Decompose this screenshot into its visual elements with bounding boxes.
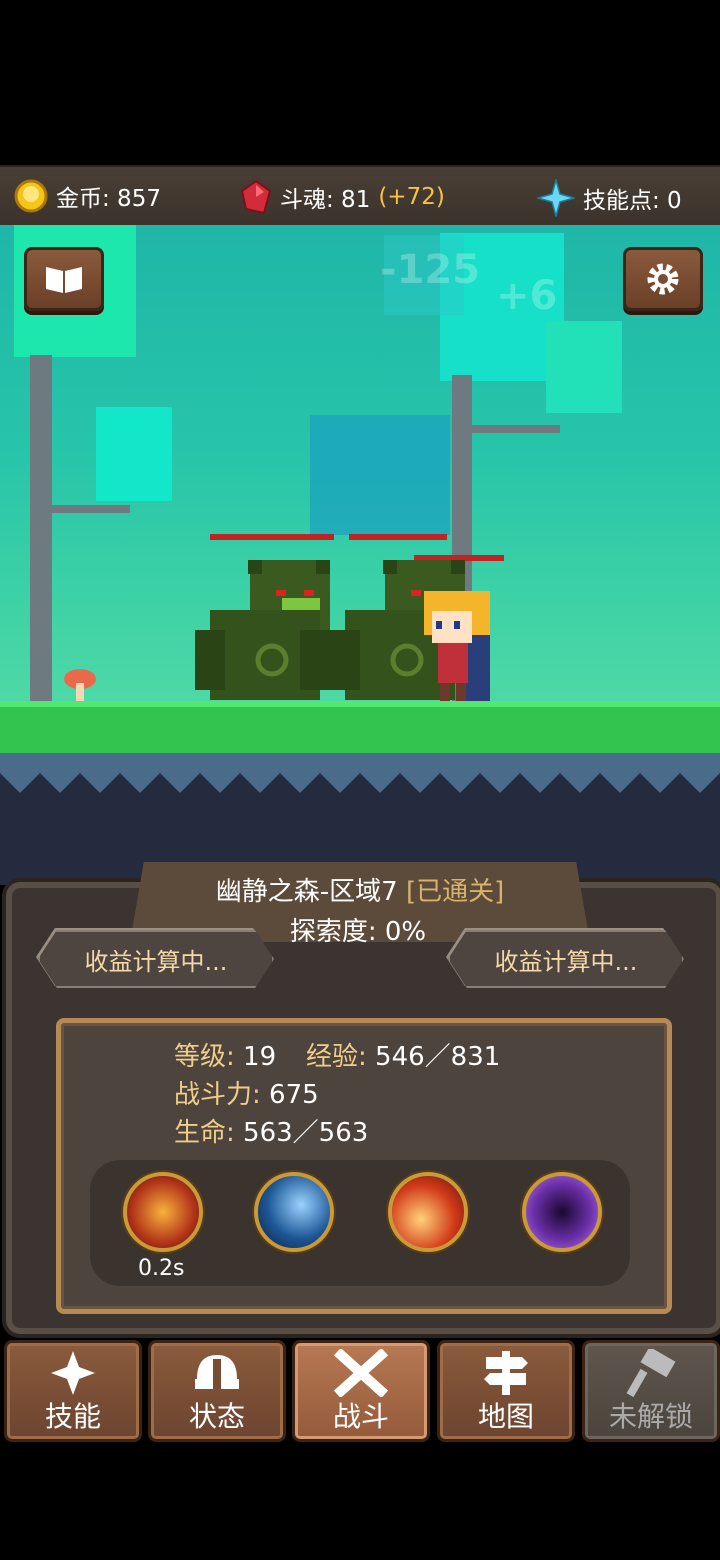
tree-canopy (96, 407, 172, 501)
nav-label: 技能 (44, 1400, 101, 1433)
nav-battle[interactable]: 战斗 (292, 1340, 430, 1442)
soul-label: 斗魂: 81 (280, 187, 371, 213)
tree-trunk (30, 355, 52, 705)
nav-label: 未解锁 (608, 1400, 693, 1433)
nav-map[interactable]: 地图 (437, 1340, 575, 1442)
nav-skills[interactable]: 技能 (4, 1340, 142, 1442)
grass-ground (0, 701, 720, 759)
zone-status: [已通关] (405, 877, 505, 907)
nav-label: 地图 (477, 1400, 534, 1433)
nav-label: 状态 (188, 1400, 245, 1433)
power-key: 战斗力: (174, 1080, 261, 1110)
skill-points-label: 技能点: 0 (583, 188, 682, 214)
level-key: 等级: (174, 1042, 235, 1072)
nav-locked[interactable]: 未解锁 (582, 1340, 720, 1442)
income-right[interactable]: 收益计算中... (448, 930, 684, 988)
tree-branch (460, 425, 560, 433)
blue-star-icon (537, 179, 575, 217)
fire-skill-icon[interactable] (123, 1172, 203, 1252)
hp-key: 生命: (174, 1118, 235, 1148)
soul-counter: 斗魂: 81 (+72) (240, 179, 445, 215)
exp-stat: 经验: 546／831 (306, 1036, 500, 1073)
hp-stat: 生命: 563／563 (174, 1112, 368, 1149)
tree-canopy (546, 321, 622, 413)
enemy-hp-bar (349, 534, 447, 540)
hammer-icon (626, 1349, 676, 1397)
exp-key: 经验: (306, 1042, 367, 1072)
battle-scene: -125 +6 (0, 225, 720, 885)
nav-label: 战斗 (332, 1400, 389, 1433)
helmet-icon (195, 1355, 239, 1389)
gold-counter: 金币: 857 (14, 179, 161, 213)
book-button[interactable] (24, 247, 104, 311)
soul-bonus: (+72) (378, 184, 445, 210)
red-crystal-icon (240, 179, 272, 215)
gold-label: 金币: 857 (56, 186, 161, 212)
skill-points-counter: 技能点: 0 (537, 179, 682, 217)
enemy-hp-bar (210, 534, 334, 540)
exp-value: 546／831 (375, 1042, 501, 1072)
level-stat: 等级: 19 (174, 1036, 276, 1073)
settings-button[interactable] (623, 247, 703, 311)
mushroom-decoration (64, 669, 96, 703)
level-value: 19 (243, 1042, 277, 1072)
gold-coin-icon (14, 179, 48, 213)
skill-cooldown: 0.2s (138, 1256, 185, 1281)
resource-bar: 金币: 857 斗魂: 81 (+72) 技能点: 0 (0, 165, 720, 230)
sparkle-icon (51, 1351, 95, 1395)
damage-number: -125 (380, 247, 481, 293)
book-icon (46, 267, 82, 293)
tree-canopy (310, 415, 450, 535)
power-stat: 战斗力: 675 (174, 1074, 319, 1111)
tree-branch (40, 505, 130, 513)
gear-icon (647, 263, 679, 295)
bear-enemy[interactable] (190, 560, 340, 705)
zone-title: 幽静之森-区域7 [已通关] (0, 871, 720, 908)
rock-pattern (0, 753, 720, 793)
crossed-swords-icon (333, 1349, 389, 1397)
heal-number: +6 (496, 273, 558, 319)
hero-character[interactable] (418, 585, 498, 705)
zone-name: 幽静之森-区域7 (215, 877, 398, 907)
ice-slash-skill-icon[interactable] (254, 1172, 334, 1252)
power-value: 675 (269, 1080, 319, 1110)
nav-status[interactable]: 状态 (148, 1340, 286, 1442)
signpost-icon (484, 1351, 528, 1395)
income-left[interactable]: 收益计算中... (38, 930, 274, 988)
hp-value: 563／563 (243, 1118, 369, 1148)
flame-slash-skill-icon[interactable] (388, 1172, 468, 1252)
vortex-skill-icon[interactable] (522, 1172, 602, 1252)
